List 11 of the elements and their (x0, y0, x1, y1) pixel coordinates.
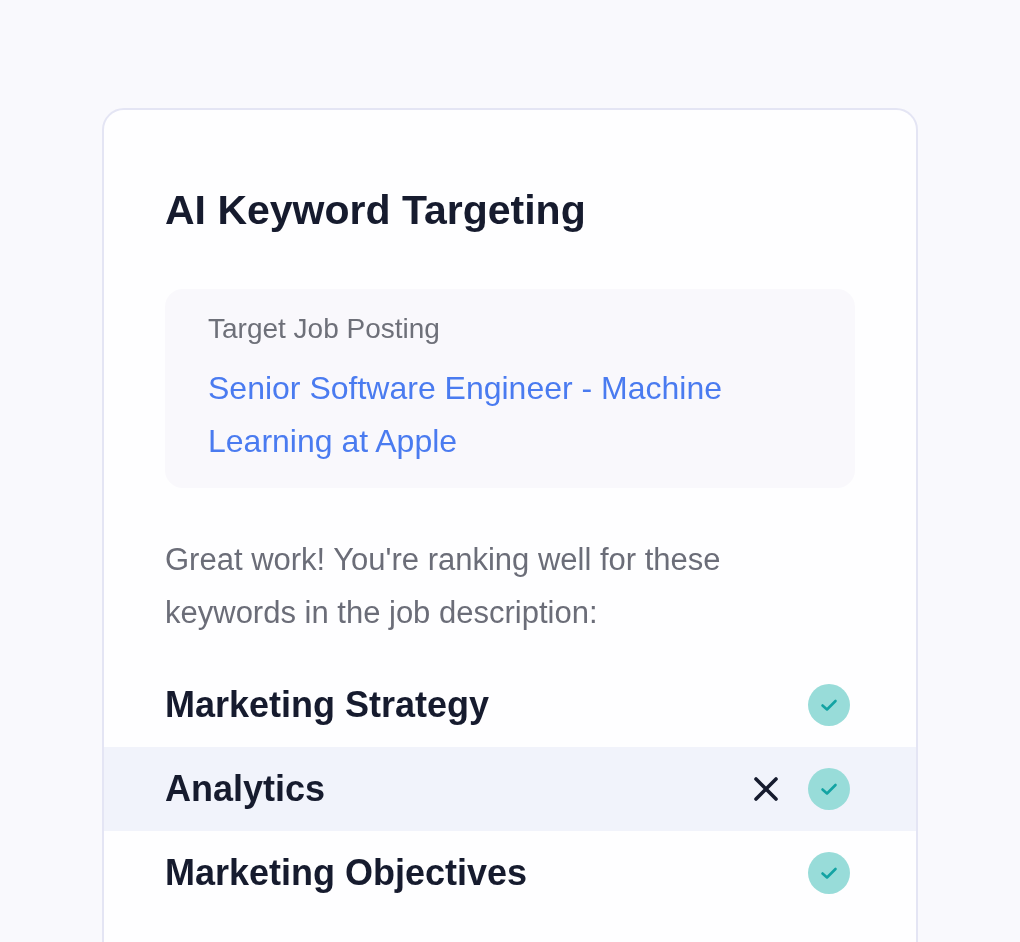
keyword-row[interactable]: Marketing Objectives (104, 831, 916, 915)
close-icon[interactable] (754, 777, 778, 801)
card-title: AI Keyword Targeting (165, 186, 587, 234)
keyword-message: Great work! You're ranking well for these keywords in the job description: (165, 541, 722, 632)
keyword-row[interactable]: Marketing Strategy (104, 663, 916, 747)
keyword-label: Marketing Objectives (165, 852, 529, 894)
keyword-label: Marketing Strategy (165, 684, 491, 726)
job-posting-link[interactable]: Senior Software Engineer - Machine Learning at Apple (208, 362, 812, 468)
keyword-label: Analytics (165, 768, 327, 810)
job-posting-label: Target Job Posting (208, 312, 441, 346)
keyword-row[interactable]: Analytics (104, 747, 916, 831)
